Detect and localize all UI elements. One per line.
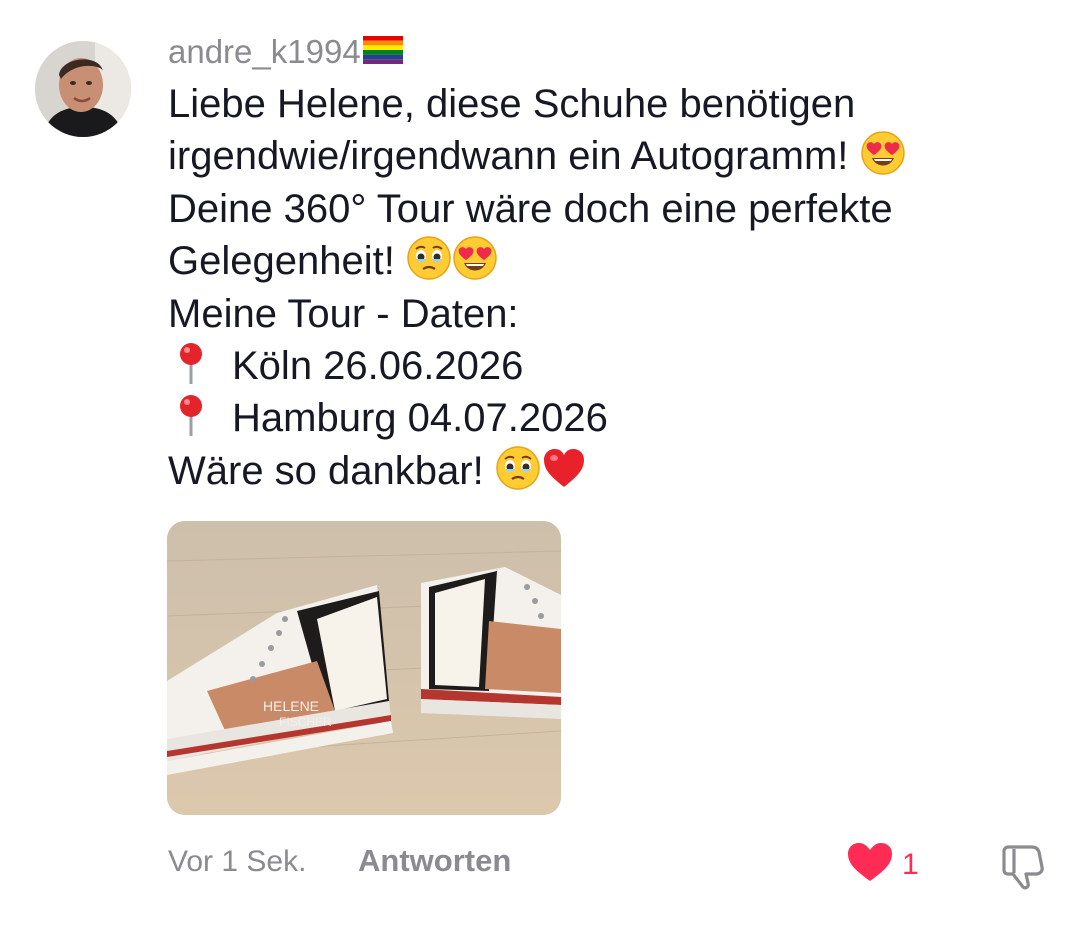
avatar[interactable] — [35, 41, 131, 137]
comment-item: andre_k1994 Liebe Helene, diese Schuhe b… — [0, 0, 1080, 937]
comment-line: Köln 26.06.2026 — [168, 340, 1048, 392]
rainbow-flag-icon — [362, 34, 403, 72]
comment-footer: Vor 1 Sek. Antworten 1 — [0, 835, 1080, 895]
comment-text: Liebe Helene, diese Schuhe benötigen irg… — [168, 78, 1048, 497]
round-pushpin-emoji-icon — [168, 340, 214, 386]
like-button[interactable]: 1 — [846, 841, 919, 888]
photo-text: HELENE — [263, 698, 319, 714]
comment-line: Meine Tour - Daten: — [168, 291, 519, 336]
comment-line: Hamburg 04.07.2026 — [168, 392, 1048, 444]
username[interactable]: andre_k1994 — [168, 33, 361, 71]
like-count: 1 — [902, 847, 919, 881]
holding-back-tears-emoji-icon — [495, 445, 541, 491]
heart-eyes-emoji-icon — [452, 235, 498, 281]
heart-eyes-emoji-icon — [860, 130, 906, 176]
thumbs-down-icon — [998, 845, 1048, 895]
comment-line: Deine 360° Tour wäre doch eine perfekte — [168, 186, 893, 231]
holding-back-tears-emoji-icon — [406, 235, 452, 281]
comment-line: Liebe Helene, diese Schuhe benötigen — [168, 82, 856, 126]
comment-line: Gelegenheit! — [168, 235, 1048, 287]
comment-line: Wäre so dankbar! — [168, 445, 1048, 497]
heart-icon — [846, 841, 894, 888]
comment-timestamp: Vor 1 Sek. — [168, 845, 307, 878]
photo-text: FISCHER — [279, 715, 332, 729]
round-pushpin-emoji-icon — [168, 392, 214, 438]
red-heart-emoji-icon — [541, 445, 587, 491]
comment-line: irgendwie/irgendwann ein Autogramm! — [168, 130, 1048, 182]
reply-button[interactable]: Antworten — [358, 843, 511, 879]
comment-photo[interactable]: HELENE FISCHER — [167, 521, 561, 815]
username-row[interactable]: andre_k1994 — [168, 28, 403, 76]
dislike-button[interactable] — [998, 841, 1048, 896]
